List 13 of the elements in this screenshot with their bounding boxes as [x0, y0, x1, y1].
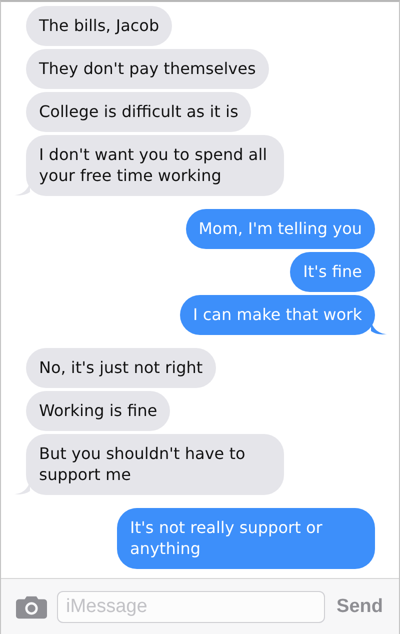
message-bubble: No, it's just not right [26, 348, 216, 388]
message-bubble: Working is fine [26, 391, 170, 431]
message-bubble: I don't want you to spend all your free time working [26, 135, 284, 196]
message-bubble: It's fine [290, 252, 375, 292]
message-bubble: I can make that work [180, 295, 375, 335]
message-bubble: The bills, Jacob [26, 6, 172, 46]
message-bubble: They don't pay themselves [26, 49, 269, 89]
message-bubble: It's not really support or anything [117, 508, 375, 569]
message-bubble: But you shouldn't have to support me [26, 434, 284, 495]
message-bubble: Mom, I'm telling you [186, 209, 375, 249]
camera-icon[interactable] [16, 594, 47, 618]
message-field[interactable]: iMessage [57, 590, 325, 622]
message-bubble: College is difficult as it is [26, 92, 252, 132]
